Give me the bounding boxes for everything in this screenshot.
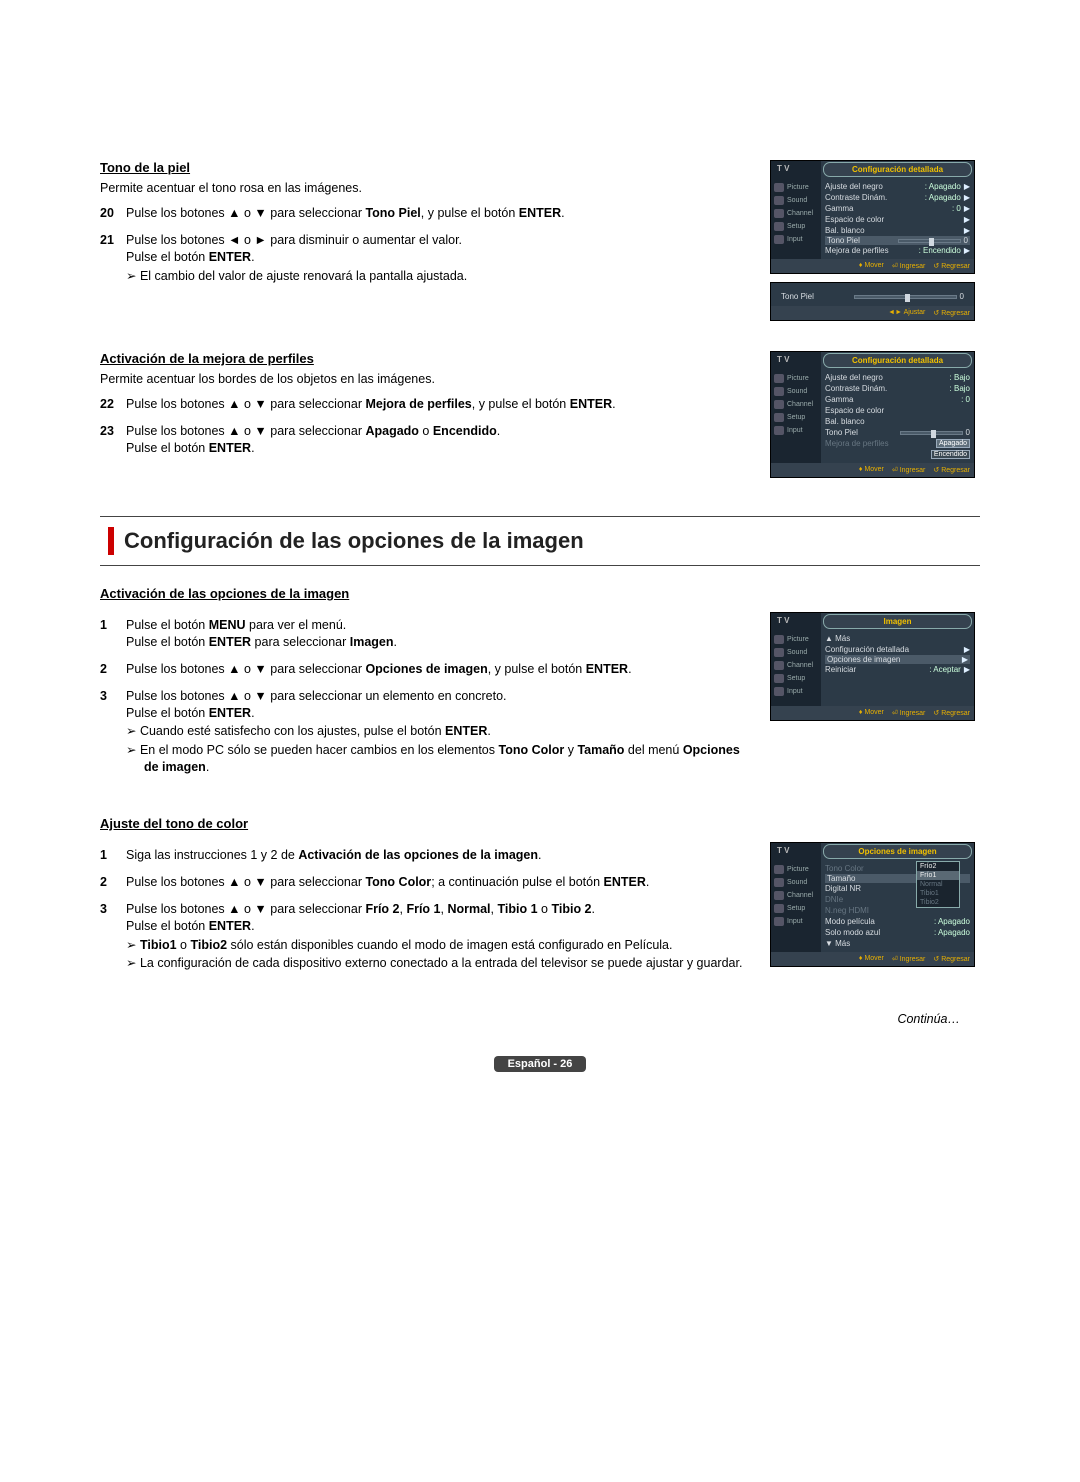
section-desc: Permite acentuar el tono rosa en las imá… [100,181,750,195]
section-title: Tono de la piel [100,160,750,175]
picture-icon [774,374,784,383]
input-icon [774,917,784,926]
section-title: Ajuste del tono de color [100,816,750,831]
left-column: Tono de la piel Permite acentuar el tono… [100,160,770,295]
step-body: Pulse los botones ◄ o ► para disminuir o… [126,232,750,285]
input-icon [774,687,784,696]
osd-panel-opciones-imagen: T V Opciones de imagen Picture Sound Cha… [770,842,975,967]
osd-footer: ♦ Mover ⏎ Ingresar ↺ Regresar [771,259,974,273]
sound-icon [774,648,784,657]
setup-icon [774,413,784,422]
picture-icon [774,635,784,644]
channel-icon [774,891,784,900]
osd-panel-detail-1: T V Configuración detallada Picture Soun… [770,160,975,274]
osd-footer: ◄► Ajustar ↺ Regresar [771,306,974,320]
main-heading: Configuración de las opciones de la imag… [124,528,584,554]
osd-slider-popup: Tono Piel 0 ◄► Ajustar ↺ Regresar [770,282,975,321]
step-3: 3 Pulse los botones ▲ o ▼ para seleccion… [100,901,750,973]
step-3: 3 Pulse los botones ▲ o ▼ para seleccion… [100,688,750,776]
step-21: 21 Pulse los botones ◄ o ► para disminui… [100,232,750,285]
section-title: Activación de la mejora de perfiles [100,351,750,366]
main-heading-wrap: Configuración de las opciones de la imag… [100,516,980,566]
right-column: T V Configuración detallada Picture Soun… [770,160,980,321]
step-list: 20 Pulse los botones ▲ o ▼ para seleccio… [100,205,750,285]
continue-text: Continúa… [100,1012,980,1026]
osd-sidebar: Picture Sound Channel Setup Input [771,178,821,259]
section-desc: Permite acentuar los bordes de los objet… [100,372,750,386]
osd-title: Configuración detallada [823,162,972,177]
osd-tv-label: T V [771,161,821,178]
picture-icon [774,865,784,874]
input-icon [774,426,784,435]
section-title: Activación de las opciones de la imagen [100,586,750,601]
step-22: 22 Pulse los botones ▲ o ▼ para seleccio… [100,396,750,413]
setup-icon [774,674,784,683]
osd-dropdown-popup: Frío2 Frío1 Normal Tibio1 Tibio2 [916,861,960,908]
note: ➢ El cambio del valor de ajuste renovará… [126,268,750,285]
input-icon [774,235,784,244]
sound-icon [774,196,784,205]
page-number-badge: Español - 26 [494,1056,587,1072]
step-body: Pulse los botones ▲ o ▼ para seleccionar… [126,205,750,222]
section-mejora-perfiles: Activación de la mejora de perfiles Perm… [100,351,980,486]
step-1: 1 Siga las instrucciones 1 y 2 de Activa… [100,847,750,864]
osd-panel-imagen: T V Imagen Picture Sound Channel Setup I… [770,612,975,721]
section-ajuste-tono-color: Ajuste del tono de color 1 Siga las inst… [100,816,980,982]
setup-icon [774,904,784,913]
step-number: 20 [100,205,126,222]
osd-panel-detail-2: T V Configuración detallada Picture Soun… [770,351,975,478]
channel-icon [774,400,784,409]
section-activacion-opciones: Activación de las opciones de la imagen … [100,586,980,786]
step-20: 20 Pulse los botones ▲ o ▼ para seleccio… [100,205,750,222]
setup-icon [774,222,784,231]
section-tono-piel: Tono de la piel Permite acentuar el tono… [100,160,980,321]
heading-accent-bar [108,527,114,555]
step-2: 2 Pulse los botones ▲ o ▼ para seleccion… [100,874,750,891]
step-1: 1 Pulse el botón MENU para ver el menú. … [100,617,750,651]
page-footer: Español - 26 [100,1056,980,1072]
sound-icon [774,387,784,396]
channel-icon [774,661,784,670]
osd-main: Ajuste del negro: Apagado▶ Contraste Din… [821,178,974,259]
step-23: 23 Pulse los botones ▲ o ▼ para seleccio… [100,423,750,457]
step-number: 21 [100,232,126,285]
step-2: 2 Pulse los botones ▲ o ▼ para seleccion… [100,661,750,678]
picture-icon [774,183,784,192]
channel-icon [774,209,784,218]
sound-icon [774,878,784,887]
